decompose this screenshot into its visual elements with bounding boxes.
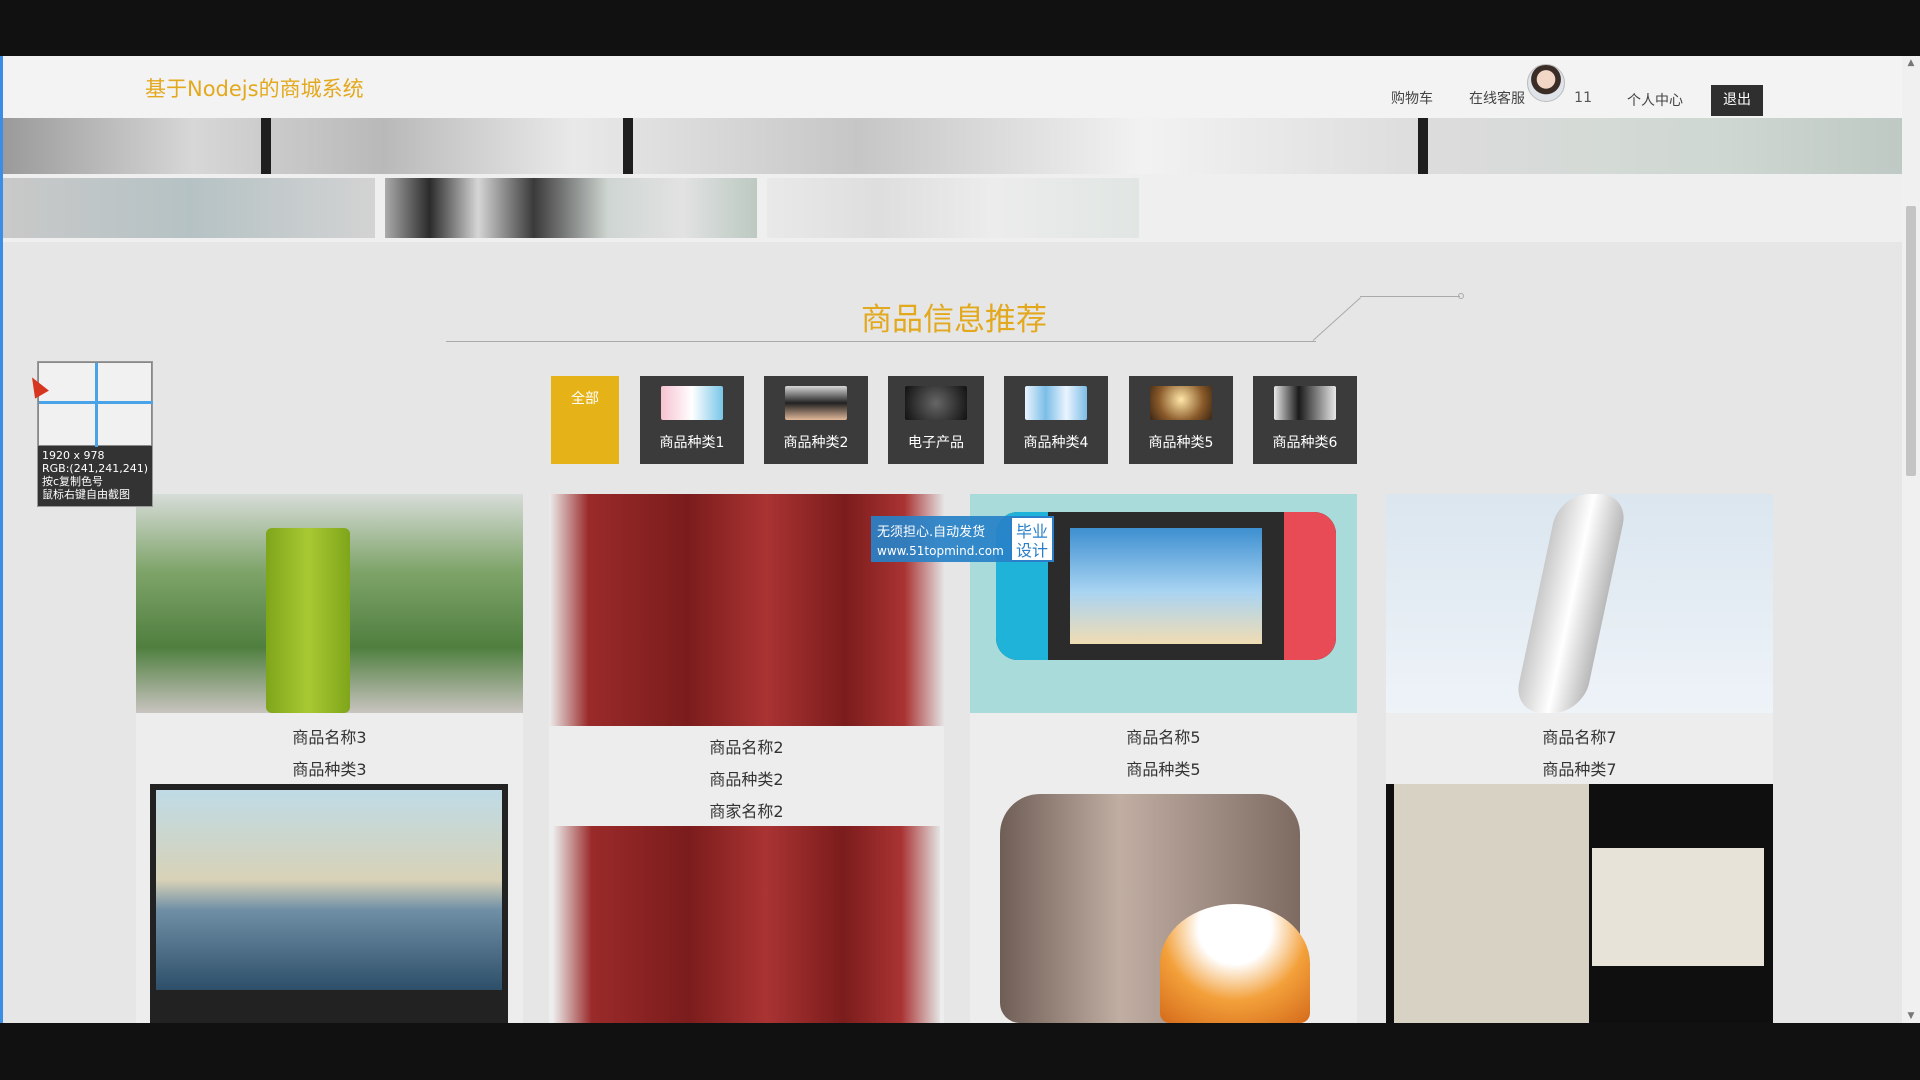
product-image-detail xyxy=(1160,904,1310,1023)
nav-cart[interactable]: 购物车 xyxy=(1391,88,1433,108)
product-name[interactable]: 商品名称7 xyxy=(1386,724,1773,748)
product-image-detail xyxy=(266,528,350,713)
picker-rgb: RGB:(241,241,241) xyxy=(42,462,148,475)
screen-top-bar xyxy=(0,0,1920,56)
category-label: 商品种类5 xyxy=(1148,435,1214,451)
product-merchant: 商家名称2 xyxy=(709,802,784,821)
user-avatar[interactable] xyxy=(1527,64,1565,102)
browser-viewport: 基于Nodejs的商城系统 购物车 在线客服 11 个人中心 退出 商品信息推荐… xyxy=(0,56,1920,1023)
product-image-detail xyxy=(1394,784,1589,1023)
vertical-scrollbar[interactable]: ▲ ▼ xyxy=(1902,56,1920,1023)
category-label: 商品种类1 xyxy=(659,435,725,451)
category-label: 商品种类2 xyxy=(783,435,849,451)
category-electronics[interactable]: 电子产品 xyxy=(888,376,984,464)
scrollbar-thumb[interactable] xyxy=(1906,206,1916,476)
title-underline xyxy=(446,341,1316,342)
category-label: 全部 xyxy=(571,391,599,407)
thumbnail-1[interactable] xyxy=(3,178,375,238)
product-type: 商品种类3 xyxy=(292,760,367,779)
banner-decor xyxy=(623,118,633,174)
category-thumbnail xyxy=(1025,386,1087,420)
crosshair-horizontal xyxy=(39,401,153,404)
picker-size: 1920 x 978 xyxy=(42,449,105,462)
category-thumbnail xyxy=(661,386,723,420)
product-card[interactable]: 商品名称5 商品种类5 xyxy=(970,494,1357,1023)
category-all[interactable]: 全部 xyxy=(551,376,619,464)
category-4[interactable]: 商品种类4 xyxy=(1004,376,1108,464)
site-brand[interactable]: 基于Nodejs的商城系统 xyxy=(145,73,364,103)
picker-hint-copy: 按c复制色号 xyxy=(42,475,104,488)
product-type: 商品种类2 xyxy=(709,770,784,789)
site-header: 基于Nodejs的商城系统 购物车 在线客服 11 个人中心 退出 xyxy=(3,56,1905,118)
category-6[interactable]: 商品种类6 xyxy=(1253,376,1357,464)
product-card[interactable]: 商品名称7 商品种类7 xyxy=(1386,494,1773,1023)
color-picker-overlay: 1920 x 978 RGB:(241,241,241) 按c复制色号 鼠标右键… xyxy=(37,361,153,507)
category-label: 商品种类6 xyxy=(1272,435,1338,451)
banner-decor xyxy=(261,118,271,174)
product-image-detail xyxy=(156,790,502,990)
title-decor-line xyxy=(1360,296,1460,297)
category-label: 商品种类4 xyxy=(1023,435,1089,451)
product-image-detail xyxy=(1284,512,1336,660)
scroll-up-icon[interactable]: ▲ xyxy=(1906,58,1916,68)
product-image-detail xyxy=(1592,848,1764,966)
crosshair-vertical xyxy=(95,363,98,447)
product-name[interactable]: 商品名称2 xyxy=(549,734,944,758)
watermark-badge: 毕业设计 xyxy=(1010,516,1054,562)
product-type: 商品种类7 xyxy=(1542,760,1617,779)
picker-hint-capture: 鼠标右键自由截图 xyxy=(42,488,130,501)
category-thumbnail xyxy=(905,386,967,420)
user-id: 11 xyxy=(1574,90,1592,106)
hero-banner xyxy=(3,118,1905,174)
product-image-detail xyxy=(1512,494,1630,713)
scroll-down-icon[interactable]: ▼ xyxy=(1906,1011,1916,1021)
top-nav: 购物车 在线客服 xyxy=(1355,88,1525,108)
product-image-detail xyxy=(1070,528,1262,644)
nav-profile[interactable]: 个人中心 xyxy=(1627,90,1683,110)
picker-magnifier xyxy=(38,362,153,447)
product-name[interactable]: 商品名称5 xyxy=(970,724,1357,748)
nav-service[interactable]: 在线客服 xyxy=(1469,88,1525,108)
product-image[interactable] xyxy=(970,784,1357,1023)
product-image[interactable] xyxy=(1386,784,1773,1023)
category-label: 电子产品 xyxy=(908,435,964,451)
category-2[interactable]: 商品种类2 xyxy=(764,376,868,464)
product-type: 商品种类5 xyxy=(1126,760,1201,779)
product-card[interactable]: 商品名称2 商品种类2 商家名称2 xyxy=(549,494,944,1023)
title-decor-dot xyxy=(1458,293,1464,299)
logout-button[interactable]: 退出 xyxy=(1711,85,1763,116)
category-thumbnail xyxy=(1150,386,1212,420)
product-image[interactable] xyxy=(1386,494,1773,713)
product-image[interactable] xyxy=(136,494,523,713)
section-title: 商品信息推荐 xyxy=(861,302,1047,338)
thumbnail-2[interactable] xyxy=(385,178,757,238)
product-card[interactable]: 商品名称3 商品种类3 xyxy=(136,494,523,1023)
banner-decor xyxy=(1418,118,1428,174)
product-name[interactable]: 商品名称3 xyxy=(136,724,523,748)
screen-bottom-bar xyxy=(0,1023,1920,1080)
category-5[interactable]: 商品种类5 xyxy=(1129,376,1233,464)
category-thumbnail xyxy=(1274,386,1336,420)
thumbnail-3[interactable] xyxy=(767,178,1139,238)
category-thumbnail xyxy=(785,386,847,420)
picker-info: 1920 x 978 RGB:(241,241,241) 按c复制色号 鼠标右键… xyxy=(42,449,148,501)
category-1[interactable]: 商品种类1 xyxy=(640,376,744,464)
product-image[interactable] xyxy=(553,826,940,1023)
banner-thumbnails xyxy=(3,174,1905,242)
product-image[interactable] xyxy=(150,784,508,1023)
watermark-stamp: 无须担心.自动发货 www.51topmind.com 毕业设计 xyxy=(871,516,1054,562)
